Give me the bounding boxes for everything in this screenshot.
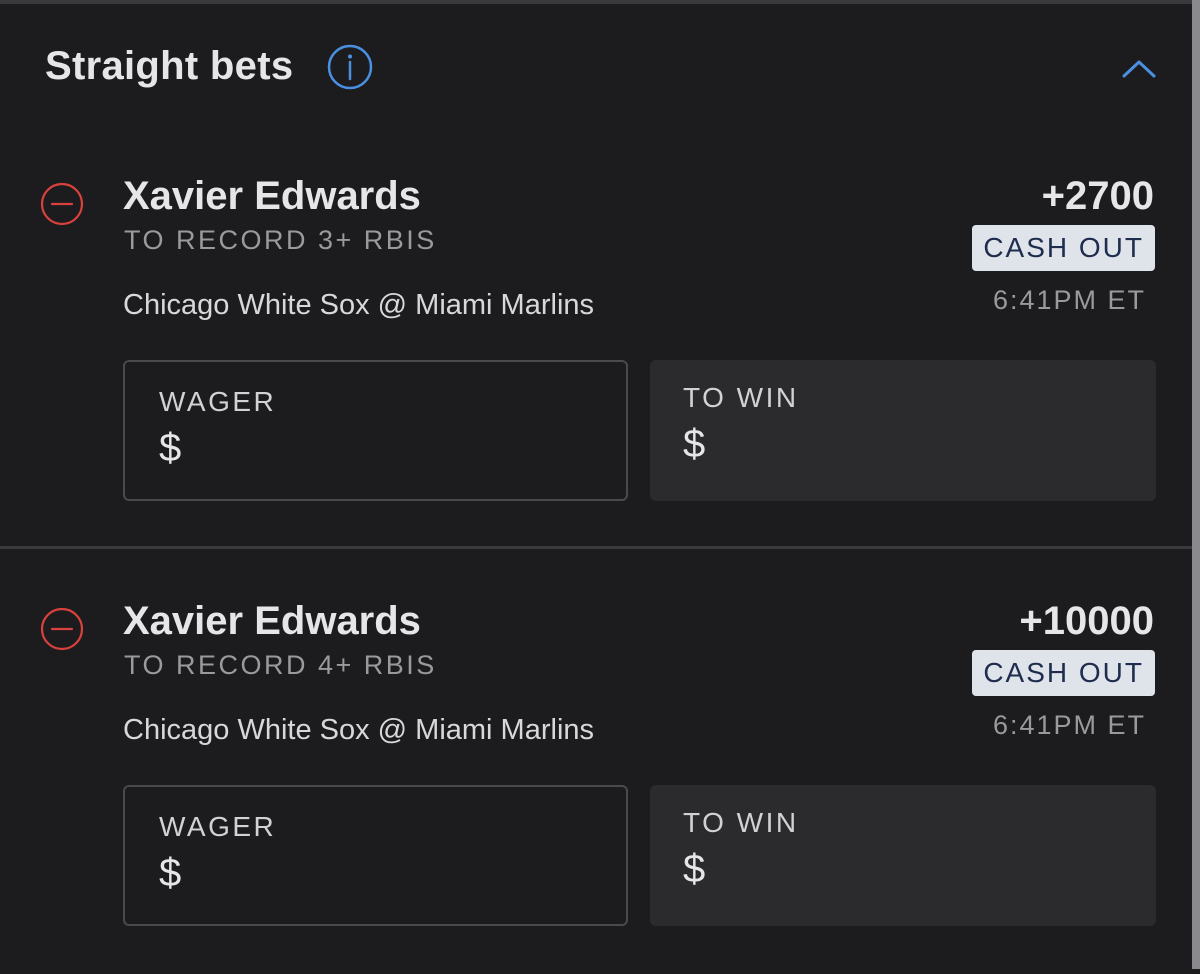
wager-label: WAGER <box>159 386 277 417</box>
market-label: TO RECORD 4+ RBIS <box>124 650 437 680</box>
to-win-label: TO WIN <box>683 382 799 413</box>
bet-card: Xavier Edwards TO RECORD 4+ RBIS Chicago… <box>0 549 1192 974</box>
player-name: Xavier Edwards <box>123 174 421 218</box>
remove-bet-icon[interactable] <box>40 607 84 651</box>
chevron-up-icon[interactable] <box>1120 54 1158 82</box>
info-icon[interactable] <box>327 44 373 90</box>
wager-value: $ <box>159 426 182 470</box>
cash-out-button[interactable]: CASH OUT <box>972 650 1155 696</box>
game-matchup: Chicago White Sox @ Miami Marlins <box>123 289 595 321</box>
scrollbar[interactable] <box>1192 0 1200 969</box>
section-title: Straight bets <box>45 44 294 88</box>
to-win-label: TO WIN <box>683 807 799 838</box>
cash-out-button[interactable]: CASH OUT <box>972 225 1155 271</box>
to-win-value: $ <box>683 847 706 891</box>
player-name: Xavier Edwards <box>123 599 421 643</box>
game-time: 6:41PM ET <box>992 710 1146 740</box>
to-win-value: $ <box>683 422 706 466</box>
market-label: TO RECORD 3+ RBIS <box>124 225 437 255</box>
game-time: 6:41PM ET <box>992 285 1146 315</box>
wager-input[interactable]: WAGER $ <box>123 360 628 501</box>
game-matchup: Chicago White Sox @ Miami Marlins <box>123 714 595 746</box>
bet-card: Xavier Edwards TO RECORD 3+ RBIS Chicago… <box>0 124 1192 549</box>
wager-value: $ <box>159 851 182 895</box>
wager-label: WAGER <box>159 811 277 842</box>
odds-value: +10000 <box>1019 599 1154 643</box>
odds-value: +2700 <box>1041 174 1154 218</box>
to-win-field: TO WIN $ <box>650 785 1156 926</box>
straight-bets-header: Straight bets <box>0 4 1192 124</box>
wager-input[interactable]: WAGER $ <box>123 785 628 926</box>
remove-bet-icon[interactable] <box>40 182 84 226</box>
to-win-field: TO WIN $ <box>650 360 1156 501</box>
